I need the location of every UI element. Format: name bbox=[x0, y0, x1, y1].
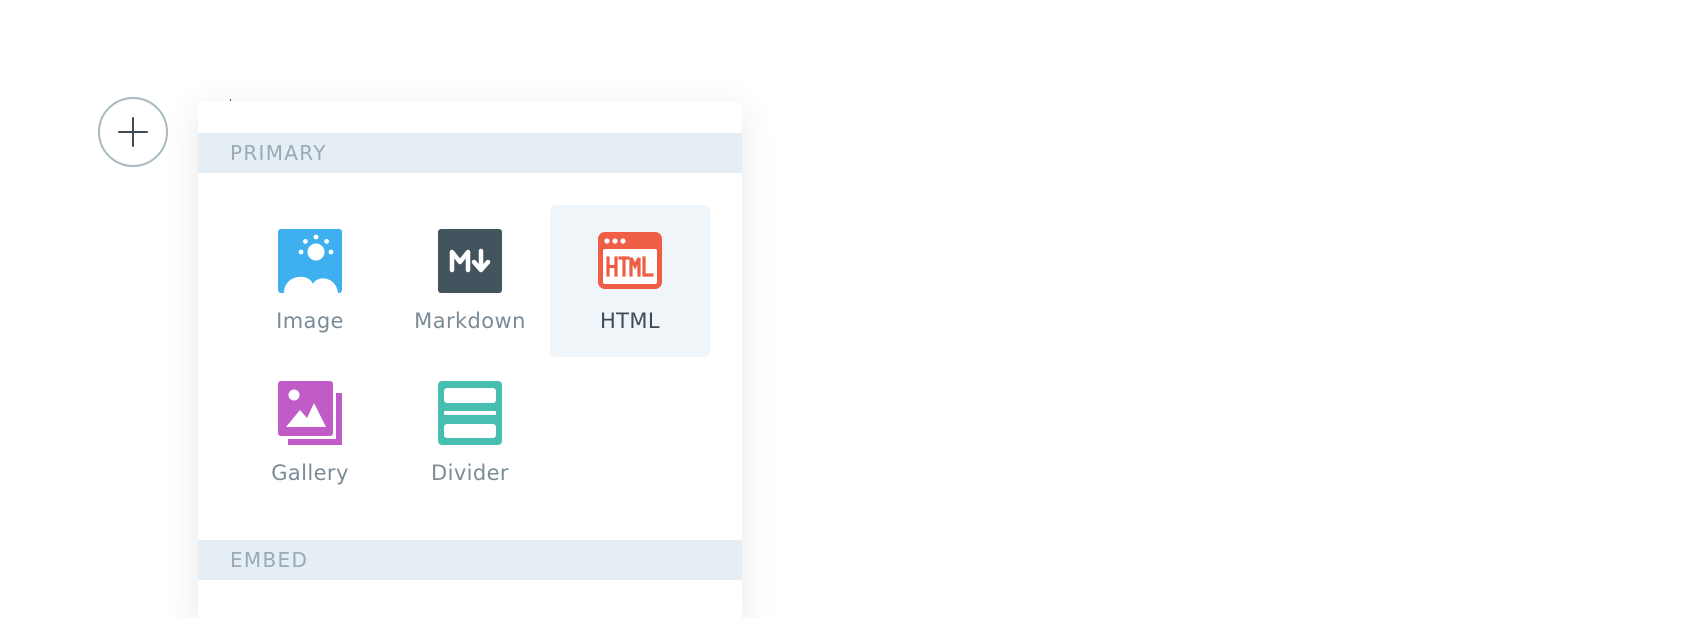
editor-canvas: PRIMARY Image Markdown HTML Gallery Divi… bbox=[0, 0, 1688, 618]
gallery-icon bbox=[278, 381, 342, 445]
card-option-label: Divider bbox=[431, 461, 509, 485]
section-header-primary: PRIMARY bbox=[198, 133, 742, 173]
card-option-label: Gallery bbox=[271, 461, 349, 485]
section-label: PRIMARY bbox=[230, 141, 327, 165]
card-option-markdown[interactable]: Markdown bbox=[390, 205, 550, 357]
section-header-embed: EMBED bbox=[198, 540, 742, 580]
plus-icon bbox=[118, 117, 148, 147]
card-option-html[interactable]: HTML bbox=[550, 205, 710, 357]
divider-icon bbox=[438, 381, 502, 445]
card-menu: PRIMARY Image Markdown HTML Gallery Divi… bbox=[198, 101, 742, 618]
card-option-label: Image bbox=[276, 309, 344, 333]
section-label: EMBED bbox=[230, 548, 309, 572]
card-option-label: HTML bbox=[599, 309, 661, 333]
markdown-icon bbox=[438, 229, 502, 293]
image-icon bbox=[278, 229, 342, 293]
add-card-button[interactable] bbox=[98, 97, 168, 167]
card-option-label: Markdown bbox=[414, 309, 526, 333]
html-icon bbox=[598, 229, 662, 293]
card-option-image[interactable]: Image bbox=[230, 205, 390, 357]
card-option-gallery[interactable]: Gallery bbox=[230, 357, 390, 509]
card-option-divider[interactable]: Divider bbox=[390, 357, 550, 509]
